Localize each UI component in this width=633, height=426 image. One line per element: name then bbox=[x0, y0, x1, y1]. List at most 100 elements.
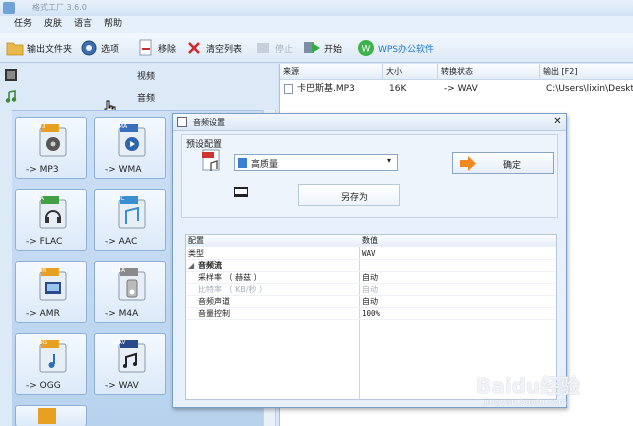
table-row[interactable]: 采样率 （ 赫兹 ） 自动 bbox=[186, 272, 556, 284]
format-wma-label: -> WMA bbox=[105, 165, 142, 175]
remove-button[interactable]: 移除 bbox=[137, 37, 176, 59]
window-title: 格式工厂 3.6.0 bbox=[32, 3, 87, 12]
app-icon bbox=[3, 2, 15, 14]
row-name: 音频声道 bbox=[198, 297, 230, 306]
row-source: 卡巴斯基.MP3 bbox=[297, 84, 355, 94]
row-name: 音频流 bbox=[198, 261, 222, 270]
output-folder-button[interactable]: 输出文件夹 bbox=[6, 37, 72, 59]
table-group-row[interactable]: ◢ 音频流 bbox=[186, 260, 556, 272]
row-value: 自动 bbox=[362, 273, 378, 282]
audio-file-icon bbox=[284, 84, 293, 94]
table-row[interactable]: 音频声道 自动 bbox=[186, 296, 556, 308]
svg-text:W: W bbox=[362, 45, 371, 55]
music-note-icon bbox=[4, 90, 18, 104]
format-flac-label: -> FLAC bbox=[26, 237, 63, 247]
wma-badge: WMA bbox=[112, 123, 128, 130]
format-amr-button[interactable]: AMR -> AMR bbox=[15, 261, 87, 323]
format-wma-button[interactable]: WMA -> WMA bbox=[94, 117, 166, 179]
save-as-label: 另存为 bbox=[341, 193, 369, 203]
preset-select[interactable]: 高质量 ▾ bbox=[234, 154, 398, 171]
table-row[interactable]: 类型 WAV bbox=[186, 248, 556, 260]
row-value: 100% bbox=[362, 309, 381, 318]
format-aac-label: -> AAC bbox=[105, 237, 138, 247]
options-button[interactable]: 选项 bbox=[80, 37, 119, 59]
start-label: 开始 bbox=[324, 44, 343, 55]
row-status: -> WAV bbox=[444, 84, 478, 94]
options-label: 选项 bbox=[101, 44, 120, 55]
table-header: 配置 数值 bbox=[186, 235, 556, 247]
column-size[interactable]: 大小 bbox=[383, 64, 438, 80]
format-mp3-button[interactable]: MP3 -> MP3 bbox=[15, 117, 87, 179]
ogg-badge: OGG bbox=[33, 339, 48, 346]
row-value: 自动 bbox=[362, 285, 378, 294]
output-folder-label: 输出文件夹 bbox=[27, 44, 73, 55]
format-aac-button[interactable]: AAC -> AAC bbox=[94, 189, 166, 251]
category-video[interactable]: 视频 bbox=[0, 64, 277, 86]
category-audio[interactable]: 音频 bbox=[0, 86, 277, 108]
row-size: 16K bbox=[389, 84, 407, 94]
row-name: 音量控制 bbox=[198, 309, 230, 318]
format-flac-button[interactable]: FLA -> FLAC bbox=[15, 189, 87, 251]
ok-label: 确定 bbox=[503, 161, 522, 171]
column-status[interactable]: 转换状态 bbox=[438, 64, 540, 80]
partial-file-icon bbox=[38, 408, 56, 424]
start-button[interactable]: 开始 bbox=[303, 37, 342, 59]
watermark-brand: Baidu经验 bbox=[476, 374, 581, 398]
column-output[interactable]: 输出 [F2] bbox=[540, 64, 633, 80]
header-value: 数值 bbox=[362, 236, 378, 245]
format-mp3-label: -> MP3 bbox=[26, 165, 59, 175]
preset-group: 预设配置 高质量 ▾ 另存为 确定 bbox=[181, 134, 558, 218]
title-bar: 格式工厂 3.6.0 bbox=[0, 0, 633, 16]
play-icon bbox=[303, 39, 321, 57]
remove-label: 移除 bbox=[158, 44, 177, 55]
stop-button[interactable]: 停止 bbox=[254, 37, 293, 59]
stop-label: 停止 bbox=[275, 44, 294, 55]
format-next-button[interactable] bbox=[15, 405, 87, 426]
menu-help[interactable]: 帮助 bbox=[98, 16, 128, 33]
wav-preset-icon bbox=[202, 149, 224, 175]
wav-badge: WAV bbox=[112, 339, 126, 346]
format-wav-label: -> WAV bbox=[105, 381, 139, 391]
format-m4a-button[interactable]: M4A -> M4A bbox=[94, 261, 166, 323]
flac-badge: FLA bbox=[33, 195, 45, 202]
wps-label: WPS办公软件 bbox=[378, 44, 435, 55]
folder-icon bbox=[6, 39, 24, 57]
toolbar: 输出文件夹 选项 移除 清空列表 停止 开始 W WPS办公软件 bbox=[0, 33, 633, 63]
preset-value: 高质量 bbox=[251, 160, 279, 170]
chevron-down-icon: ▾ bbox=[387, 156, 392, 165]
wps-icon: W bbox=[357, 39, 375, 57]
collapse-icon: ◢ bbox=[188, 261, 195, 270]
header-setting: 配置 bbox=[188, 236, 204, 245]
arrow-right-icon bbox=[459, 156, 477, 174]
m4a-badge: M4A bbox=[112, 267, 126, 274]
dialog-title-bar: 音频设置 ✕ bbox=[173, 114, 566, 131]
row-value: WAV bbox=[362, 249, 376, 258]
row-name: 采样率 （ 赫兹 ） bbox=[198, 273, 262, 282]
format-m4a-label: -> M4A bbox=[105, 309, 139, 319]
format-wav-button[interactable]: WAV -> WAV bbox=[94, 333, 166, 395]
close-icon[interactable]: ✕ bbox=[551, 115, 564, 128]
dialog-title: 音频设置 bbox=[193, 118, 225, 127]
table-row[interactable]: 比特率 （ KB/秒 ） 自动 bbox=[186, 284, 556, 296]
row-name: 比特率 （ KB/秒 ） bbox=[198, 285, 268, 294]
menu-language[interactable]: 语言 bbox=[68, 16, 98, 33]
save-as-button[interactable]: 另存为 bbox=[298, 184, 400, 206]
menu-skin[interactable]: 皮肤 bbox=[38, 16, 68, 33]
format-ogg-label: -> OGG bbox=[26, 381, 61, 391]
wps-button[interactable]: W WPS办公软件 bbox=[357, 37, 434, 59]
ok-button[interactable]: 确定 bbox=[452, 152, 554, 174]
format-ogg-button[interactable]: OGG -> OGG bbox=[15, 333, 87, 395]
mp3-badge: MP3 bbox=[33, 123, 46, 130]
clear-list-button[interactable]: 清空列表 bbox=[185, 37, 242, 59]
category-video-label: 视频 bbox=[137, 71, 156, 82]
gear-icon bbox=[80, 39, 98, 57]
row-name: 类型 bbox=[188, 249, 204, 258]
column-source[interactable]: 来源 bbox=[280, 64, 383, 80]
clear-icon bbox=[185, 39, 203, 57]
menu-task[interactable]: 任务 bbox=[8, 16, 38, 33]
dialog-app-icon bbox=[177, 117, 187, 127]
clear-list-label: 清空列表 bbox=[206, 44, 243, 55]
film-icon bbox=[4, 68, 18, 82]
row-value: 自动 bbox=[362, 297, 378, 306]
table-row[interactable]: 音量控制 100% bbox=[186, 308, 556, 320]
